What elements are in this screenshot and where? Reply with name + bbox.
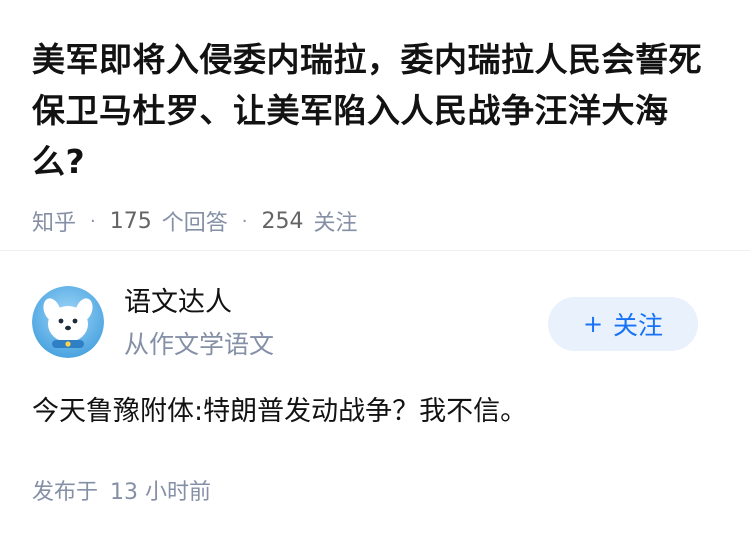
- published-prefix: 发布于: [32, 480, 99, 505]
- follow-button-label: 关注: [613, 311, 664, 340]
- answer-count: 175: [109, 208, 152, 234]
- author-info: 语文达人 从作文学语文: [124, 284, 274, 364]
- published-time-value: 13 小时前: [110, 480, 212, 505]
- answer-count-label[interactable]: 个回答: [162, 205, 228, 237]
- author-name[interactable]: 语文达人: [124, 284, 274, 322]
- question-header: 美军即将入侵委内瑞拉，委内瑞拉人民会誓死保卫马杜罗、让美军陷入人民战争汪洋大海么…: [0, 0, 750, 237]
- follower-count-label[interactable]: 关注: [314, 205, 358, 237]
- follow-button[interactable]: + 关注: [548, 297, 698, 351]
- question-title[interactable]: 美军即将入侵委内瑞拉，委内瑞拉人民会誓死保卫马杜罗、让美军陷入人民战争汪洋大海么…: [32, 34, 718, 187]
- answer-text[interactable]: 今天鲁豫附体:特朗普发动战争？我不信。: [32, 392, 527, 432]
- question-meta: 知乎 · 175 个回答 · 254 关注: [32, 205, 718, 237]
- author-card: 语文达人 从作文学语文 + 关注: [32, 284, 698, 364]
- section-divider: [0, 250, 750, 251]
- dog-mascot-avatar-icon[interactable]: [32, 286, 104, 358]
- author-bio: 从作文学语文: [124, 330, 275, 359]
- follower-count: 254: [261, 208, 304, 234]
- page: 美军即将入侵委内瑞拉，委内瑞拉人民会誓死保卫马杜罗、让美军陷入人民战争汪洋大海么…: [0, 0, 750, 540]
- plus-icon: +: [582, 310, 604, 338]
- separator-dot: ·: [90, 210, 96, 232]
- separator-dot: ·: [241, 210, 248, 232]
- source-label[interactable]: 知乎: [32, 205, 76, 237]
- published-time: 发布于 13 小时前: [32, 474, 211, 506]
